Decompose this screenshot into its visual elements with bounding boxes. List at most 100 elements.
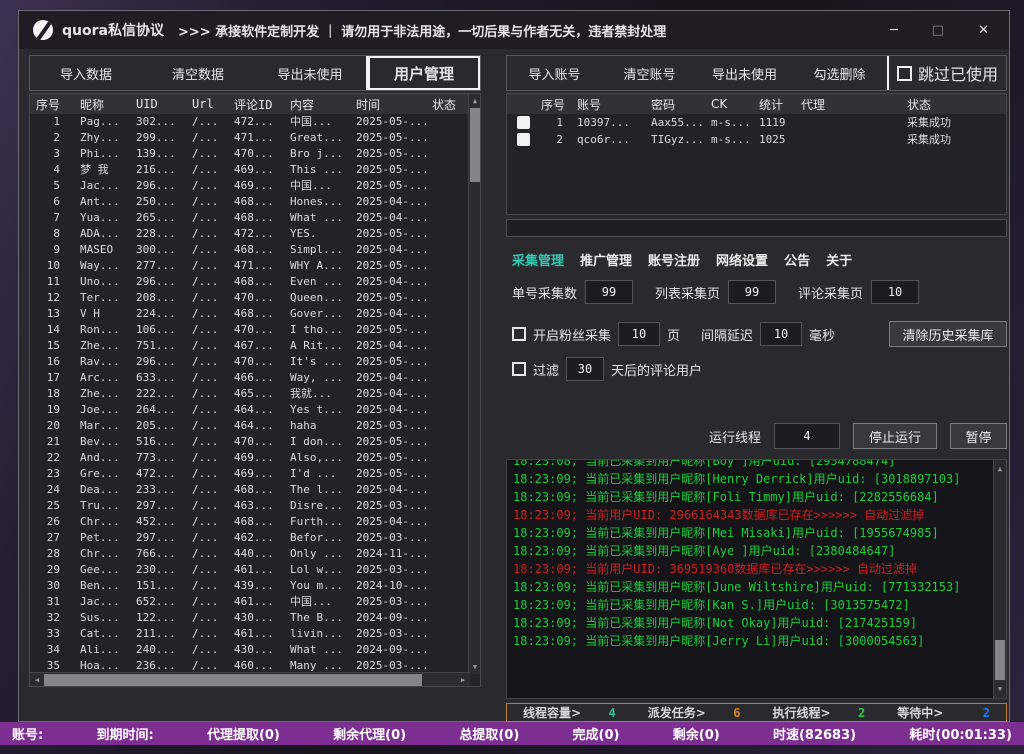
fans-collect-checkbox[interactable]	[512, 327, 526, 341]
thread-count-input[interactable]	[774, 423, 840, 449]
col-seq: 序号	[30, 96, 74, 113]
tab[interactable]: 采集管理	[512, 250, 564, 269]
scroll-down-icon[interactable]: ▼	[469, 660, 481, 674]
table-row[interactable]: 4 梦 我 216... /... 469... This ... 2025-0…	[30, 162, 480, 178]
comment-page-input[interactable]	[871, 280, 919, 304]
comment-table-body: 1 Pag... 302... /... 472... 中国... 2025-0…	[30, 114, 480, 674]
close-icon[interactable]: ✕	[978, 23, 989, 38]
table-row[interactable]: 28 Chr... 766... /... 440... Only ... 20…	[30, 546, 480, 562]
pause-button[interactable]: 暂停	[950, 423, 1007, 449]
delay-input[interactable]	[760, 322, 802, 346]
table-row[interactable]: 12 Ter... 208... /... 470... Queen... 20…	[30, 290, 480, 306]
table-row[interactable]: 1 Pag... 302... /... 472... 中国... 2025-0…	[30, 114, 480, 130]
table-row[interactable]: 29 Gee... 230... /... 461... Lol w... 20…	[30, 562, 480, 578]
data-toolbar-button[interactable]: 导入数据	[30, 64, 142, 83]
user-manage-button[interactable]: 用户管理	[368, 56, 480, 90]
table-row[interactable]: 26 Chr... 452... /... 468... Furth... 20…	[30, 514, 480, 530]
account-table-body: 1 10397... Aax55... m-s... 1119 采集成功 2 q…	[507, 114, 1006, 148]
table-row[interactable]: 6 Ant... 250... /... 468... Hones... 202…	[30, 194, 480, 210]
list-page-input[interactable]	[728, 280, 776, 304]
log-line: 18:23:08; 当前已采集到用户昵称[Boy ]用户uid: [293478…	[513, 459, 990, 470]
tab[interactable]: 网络设置	[716, 250, 768, 269]
vertical-scrollbar[interactable]: ▲ ▼	[468, 94, 480, 674]
col-seq: 序号	[537, 96, 573, 113]
account-toolbar-button[interactable]: 清空账号	[602, 64, 697, 83]
skip-used-checkbox[interactable]	[897, 66, 912, 81]
table-row[interactable]: 18 Zhe... 222... /... 465... 我就... 2025-…	[30, 386, 480, 402]
table-row[interactable]: 7 Yua... 265... /... 468... What ... 202…	[30, 210, 480, 226]
table-row[interactable]: 20 Mar... 205... /... 464... haha 2025-0…	[30, 418, 480, 434]
table-row[interactable]: 8 ADA... 228... /... 472... YES. 2025-05…	[30, 226, 480, 242]
tab[interactable]: 公告	[784, 250, 810, 269]
run-controls-row: 运行线程 停止运行 暂停	[506, 423, 1007, 449]
table-row[interactable]: 17 Arc... 633... /... 466... Way, ... 20…	[30, 370, 480, 386]
status-bar-item: 时速(82683)	[773, 724, 856, 743]
tab-bar: 采集管理推广管理账号注册网络设置公告关于	[512, 250, 852, 269]
account-toolbar-button[interactable]: 导入账号	[507, 64, 602, 83]
table-row[interactable]: 24 Dea... 233... /... 468... The l... 20…	[30, 482, 480, 498]
table-row[interactable]: 9 MASEO 300... /... 468... Simpl... 2025…	[30, 242, 480, 258]
table-row[interactable]: 1 10397... Aax55... m-s... 1119 采集成功	[507, 114, 1006, 131]
table-row[interactable]: 10 Way... 277... /... 471... WHY A... 20…	[30, 258, 480, 274]
table-row[interactable]: 31 Jac... 652... /... 461... 中国... 2025-…	[30, 594, 480, 610]
col-password: 密码	[647, 96, 707, 113]
table-row[interactable]: 22 And... 773... /... 469... Also,... 20…	[30, 450, 480, 466]
single-collect-input[interactable]	[585, 280, 633, 304]
account-toolbar: 导入账号清空账号导出未使用勾选删除 跳过已使用	[506, 55, 1007, 91]
scrollbar-thumb[interactable]	[44, 674, 422, 686]
stop-run-button[interactable]: 停止运行	[853, 423, 937, 449]
table-row[interactable]: 32 Sus... 122... /... 430... The B... 20…	[30, 610, 480, 626]
table-row[interactable]: 3 Phi... 139... /... 470... Bro j... 202…	[30, 146, 480, 162]
fans-collect-label: 开启粉丝采集	[533, 325, 611, 344]
table-row[interactable]: 19 Joe... 264... /... 464... Yes t... 20…	[30, 402, 480, 418]
table-row[interactable]: 33 Cat... 211... /... 461... livin... 20…	[30, 626, 480, 642]
scrollbar-thumb[interactable]	[470, 108, 480, 182]
account-toolbar-button[interactable]: 勾选删除	[792, 64, 887, 83]
table-row[interactable]: 2 Zhy... 299... /... 471... Great... 202…	[30, 130, 480, 146]
table-row[interactable]: 11 Uno... 296... /... 468... Even ... 20…	[30, 274, 480, 290]
scroll-up-icon[interactable]: ▲	[469, 94, 481, 108]
scroll-right-icon[interactable]: ▶	[456, 673, 470, 687]
table-row[interactable]: 23 Gre... 472... /... 469... I'd ... 202…	[30, 466, 480, 482]
table-row[interactable]: 16 Rav... 296... /... 470... It's ... 20…	[30, 354, 480, 370]
horizontal-scrollbar[interactable]: ◀ ▶	[30, 672, 470, 686]
app-logo-icon	[33, 20, 53, 40]
tab[interactable]: 关于	[826, 250, 852, 269]
row-checkbox[interactable]	[517, 116, 530, 129]
table-row[interactable]: 25 Tru... 297... /... 463... Disre... 20…	[30, 498, 480, 514]
scroll-down-icon[interactable]: ▼	[994, 682, 1006, 696]
table-row[interactable]: 5 Jac... 296... /... 469... 中国... 2025-0…	[30, 178, 480, 194]
col-nickname: 昵称	[74, 96, 130, 113]
minimize-icon[interactable]: ─	[890, 23, 898, 38]
filter-checkbox[interactable]	[512, 362, 526, 376]
scroll-up-icon[interactable]: ▲	[994, 462, 1006, 476]
table-row[interactable]: 30 Ben... 151... /... 439... You m... 20…	[30, 578, 480, 594]
log-lines: 18:23:08; 当前已采集到用户昵称[Boy ]用户uid: [293478…	[513, 459, 990, 650]
account-toolbar-button[interactable]: 导出未使用	[697, 64, 792, 83]
tab[interactable]: 账号注册	[648, 250, 700, 269]
scroll-left-icon[interactable]: ◀	[30, 673, 44, 687]
col-time: 时间	[350, 96, 426, 113]
filter-suffix-label: 天后的评论用户	[611, 360, 702, 379]
table-row[interactable]: 13 V H 224... /... 468... Gover... 2025-…	[30, 306, 480, 322]
data-toolbar-button[interactable]: 导出未使用	[254, 64, 366, 83]
table-row[interactable]: 34 Ali... 240... /... 430... What ... 20…	[30, 642, 480, 658]
fans-page-input[interactable]	[618, 322, 660, 346]
maximize-icon[interactable]: □	[932, 23, 944, 38]
table-row[interactable]: 21 Bev... 516... /... 470... I don... 20…	[30, 434, 480, 450]
clear-history-button[interactable]: 清除历史采集库	[889, 321, 1007, 347]
status-bar-item: 账号:	[12, 724, 43, 743]
table-row[interactable]: 27 Pet... 297... /... 462... Befor... 20…	[30, 530, 480, 546]
row-checkbox[interactable]	[517, 133, 530, 146]
table-row[interactable]: 15 Zhe... 751... /... 467... A Rit... 20…	[30, 338, 480, 354]
log-line: 18:23:09; 当前已采集到用户昵称[Jerry Li]用户uid: [30…	[513, 632, 990, 650]
col-url: Url	[186, 97, 228, 111]
filter-days-input[interactable]	[566, 357, 604, 381]
data-toolbar-button[interactable]: 清空数据	[142, 64, 254, 83]
tab[interactable]: 推广管理	[580, 250, 632, 269]
log-scrollbar[interactable]: ▲ ▼	[993, 460, 1006, 698]
scrollbar-thumb[interactable]	[995, 640, 1005, 680]
table-row[interactable]: 2 qco6r... TIGyz... m-s... 1025 采集成功	[507, 131, 1006, 148]
table-row[interactable]: 14 Ron... 106... /... 470... I tho... 20…	[30, 322, 480, 338]
account-table: 序号 账号 密码 CK 统计 代理 状态 1 10397... Aax55...…	[506, 93, 1007, 215]
